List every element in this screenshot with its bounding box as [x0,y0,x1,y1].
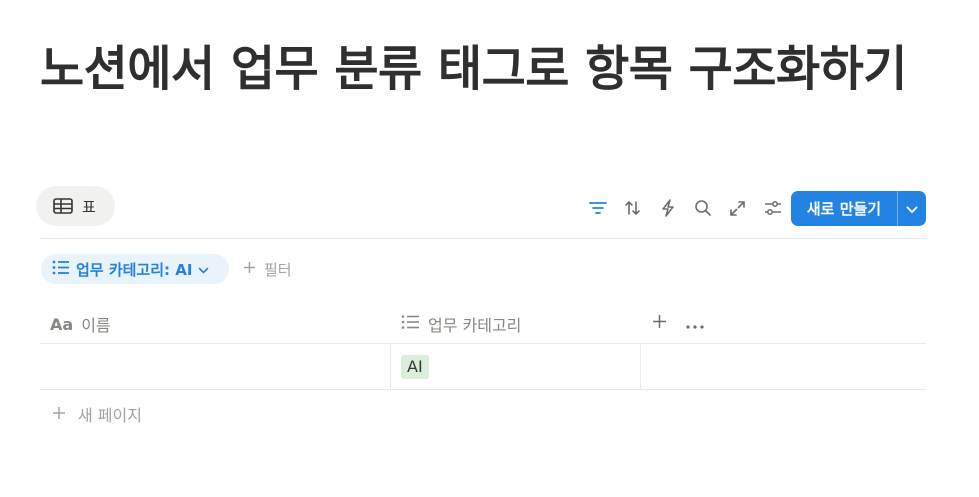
add-filter-label: 필터 [264,260,292,279]
column-header-category[interactable]: 업무 카테고리 [401,305,521,343]
filter-chip-label: 업무 카테고리: AI [76,260,193,279]
toolbar-divider [40,238,926,239]
filter-icon[interactable] [580,196,615,220]
page-title[interactable]: 노션에서 업무 분류 태그로 항목 구조화하기 [40,40,940,99]
new-button-group: 새로 만들기 [791,191,926,226]
new-page-button[interactable]: 새 페이지 [52,402,142,426]
tab-table-label: 표 [82,197,96,216]
search-icon[interactable] [685,196,720,220]
chevron-down-icon [906,200,918,218]
list-property-icon [401,314,420,334]
row-divider [40,389,926,390]
new-button-dropdown[interactable] [898,191,926,226]
add-filter-button[interactable]: 필터 [243,258,292,280]
more-options-button[interactable] [684,313,706,333]
column-header-label: 이름 [81,316,111,335]
tab-table-view[interactable]: 표 [36,186,115,226]
filter-chip-category[interactable]: 업무 카테고리: AI [41,254,229,284]
automation-icon[interactable] [650,196,685,220]
new-button[interactable]: 새로 만들기 [791,191,897,226]
column-header-label: 업무 카테고리 [428,316,522,335]
column-header-name[interactable]: Aa 이름 [50,305,111,343]
plus-icon [652,314,667,333]
chevron-down-icon [198,260,209,278]
settings-icon[interactable] [755,196,790,220]
text-property-icon: Aa [50,314,74,334]
add-property-button[interactable] [649,313,669,333]
category-tag: AI [401,354,429,379]
column-divider [390,344,391,389]
table-icon [53,198,73,214]
view-toolbar [580,196,790,220]
expand-icon[interactable] [720,196,755,220]
plus-icon [243,260,256,278]
more-horizontal-icon [686,314,704,333]
plus-icon [52,405,66,424]
table-row: AI [40,344,926,389]
sort-icon[interactable] [615,196,650,220]
new-page-label: 새 페이지 [78,406,142,425]
list-icon [52,260,70,279]
cell-category[interactable]: AI [391,344,640,389]
table-header: Aa 이름 업무 카테고리 [40,305,926,343]
cell-name[interactable] [40,344,390,389]
column-divider [640,344,641,389]
